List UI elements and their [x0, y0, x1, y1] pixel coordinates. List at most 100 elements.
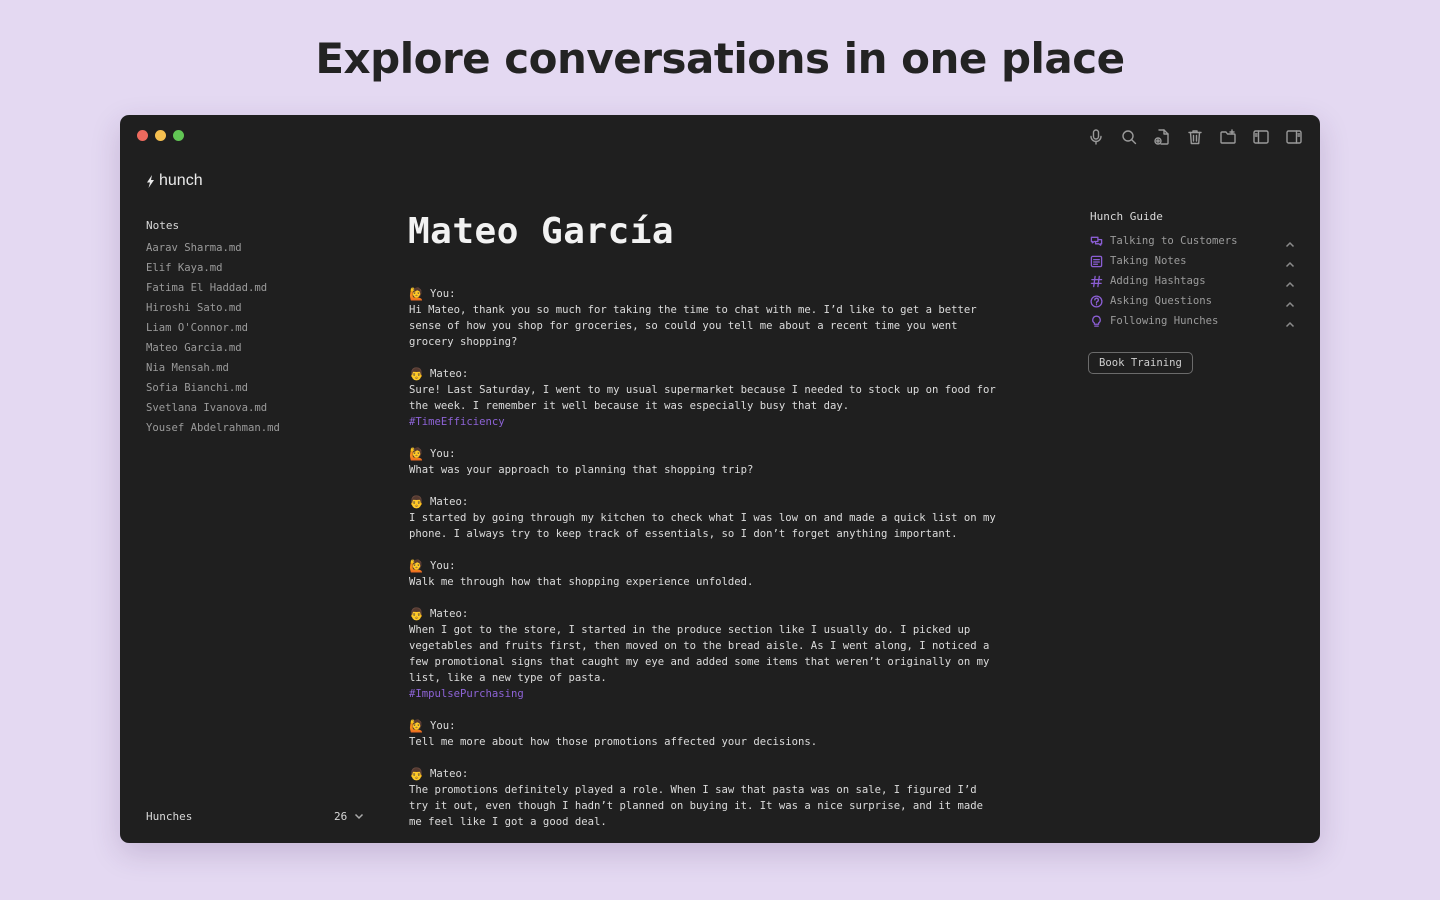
- message-text: Tell me more about how those promotions …: [409, 736, 818, 748]
- speaker-name: Mateo:: [430, 768, 469, 780]
- hunches-count: 26: [334, 810, 348, 823]
- notes-list: Aarav Sharma.md Elif Kaya.md Fatima El Had…: [146, 241, 280, 441]
- guide-item[interactable]: Asking Questions: [1089, 291, 1307, 311]
- app-name: hunch: [159, 172, 203, 189]
- conversation-turn: 🙋 You: Walk me through how that shopping e…: [409, 558, 1049, 590]
- message-text: Sure! Last Saturday, I went to my usual …: [409, 384, 996, 412]
- conversation-turn: 👨 Mateo: The promotions definitely played …: [409, 766, 1049, 830]
- conversation-turn: 👨 Mateo: Sure! Last Saturday, I went to my…: [409, 366, 1049, 430]
- right-sidebar-icon[interactable]: [1282, 126, 1306, 148]
- notes-heading: Notes: [146, 219, 180, 232]
- speaker-name: Mateo:: [430, 608, 469, 620]
- left-sidebar-icon[interactable]: [1249, 126, 1273, 148]
- hashtag-link[interactable]: #ImpulsePurchasing: [409, 686, 1049, 702]
- chat-bubbles-icon: [1089, 234, 1103, 248]
- speaker-line: 👨 Mateo:: [409, 606, 1049, 622]
- chevron-down-icon[interactable]: [354, 811, 366, 823]
- sidebar-note-item[interactable]: Sofia Bianchi.md: [146, 381, 280, 401]
- speaker-name: Mateo:: [430, 496, 469, 508]
- chevron-up-icon[interactable]: [1285, 295, 1297, 308]
- speaker-avatar-icon: 👨: [409, 367, 424, 381]
- speaker-avatar-icon: 👨: [409, 607, 424, 621]
- sidebar-note-item[interactable]: Fatima El Haddad.md: [146, 281, 280, 301]
- sidebar-note-item[interactable]: Yousef Abdelrahman.md: [146, 421, 280, 441]
- sidebar-note-item[interactable]: Svetlana Ivanova.md: [146, 401, 280, 421]
- speaker-line: 👨 Mateo:: [409, 766, 1049, 782]
- hashtag-link[interactable]: #TimeEfficiency: [409, 414, 1049, 430]
- chevron-up-icon[interactable]: [1285, 315, 1297, 328]
- speaker-avatar-icon: 🙋: [409, 719, 424, 733]
- question-icon: [1089, 294, 1103, 308]
- trash-icon[interactable]: [1183, 126, 1207, 148]
- minimize-window-button[interactable]: [155, 130, 166, 141]
- guide-item-label: Adding Hashtags: [1110, 275, 1206, 287]
- search-icon[interactable]: [1117, 126, 1141, 148]
- chevron-up-icon[interactable]: [1285, 275, 1297, 288]
- speaker-name: You:: [430, 288, 456, 300]
- message-text: Hi Mateo, thank you so much for taking t…: [409, 304, 977, 348]
- message-text: Walk me through how that shopping experi…: [409, 576, 754, 588]
- sidebar-note-item[interactable]: Aarav Sharma.md: [146, 241, 280, 261]
- conversation-transcript: 🙋 You: Hi Mateo, thank you so much for tak…: [409, 286, 1049, 843]
- speaker-line: 🙋 You:: [409, 718, 1049, 734]
- bolt-icon: [147, 174, 154, 188]
- speaker-avatar-icon: 🙋: [409, 559, 424, 573]
- sidebar-note-item[interactable]: Nia Mensah.md: [146, 361, 280, 381]
- speaker-line: 🙋 You:: [409, 446, 1049, 462]
- conversation-turn: 👨 Mateo: When I got to the store, I starte…: [409, 606, 1049, 702]
- guide-heading: Hunch Guide: [1090, 210, 1163, 223]
- new-file-icon[interactable]: [1150, 126, 1174, 148]
- conversation-turn: 🙋 You: Tell me more about how those promot…: [409, 718, 1049, 750]
- conversation-turn: 👨 Mateo: I started by going through my kit…: [409, 494, 1049, 542]
- speaker-avatar-icon: 🙋: [409, 287, 424, 301]
- guide-item[interactable]: Adding Hashtags: [1089, 271, 1307, 291]
- guide-item-label: Taking Notes: [1110, 255, 1187, 267]
- sidebar-note-item[interactable]: Mateo Garcia.md: [146, 341, 280, 361]
- conversation-turn: 🙋 You: Hi Mateo, thank you so much for tak…: [409, 286, 1049, 350]
- speaker-name: Mateo:: [430, 368, 469, 380]
- message-text: The promotions definitely played a role.…: [409, 784, 984, 828]
- app-logo: hunch: [146, 172, 203, 190]
- hunches-section[interactable]: Hunches 26: [146, 810, 366, 823]
- message-text: I started by going through my kitchen to…: [409, 512, 996, 540]
- message-text: When I got to the store, I started in th…: [409, 624, 990, 684]
- guide-list: Talking to Customers Taking Notes Adding H…: [1089, 231, 1307, 331]
- new-folder-icon[interactable]: [1216, 126, 1240, 148]
- speaker-avatar-icon: 🙋: [409, 447, 424, 461]
- guide-item-label: Asking Questions: [1110, 295, 1213, 307]
- app-window: hunch Notes Aarav Sharma.md Elif Kaya.md F…: [120, 115, 1320, 843]
- guide-item-label: Following Hunches: [1110, 315, 1219, 327]
- speaker-name: You:: [430, 560, 456, 572]
- chevron-up-icon[interactable]: [1285, 255, 1297, 268]
- toolbar: [1084, 126, 1306, 148]
- speaker-name: You:: [430, 448, 456, 460]
- chevron-up-icon[interactable]: [1285, 235, 1297, 248]
- guide-item[interactable]: Following Hunches: [1089, 311, 1307, 331]
- guide-item[interactable]: Talking to Customers: [1089, 231, 1307, 251]
- sidebar-note-item[interactable]: Hiroshi Sato.md: [146, 301, 280, 321]
- microphone-icon[interactable]: [1084, 126, 1108, 148]
- guide-item-label: Talking to Customers: [1110, 235, 1238, 247]
- hunches-label: Hunches: [146, 810, 193, 823]
- window-controls: [137, 130, 184, 141]
- speaker-line: 🙋 You:: [409, 558, 1049, 574]
- sidebar-note-item[interactable]: Liam O'Connor.md: [146, 321, 280, 341]
- conversation-turn: 🙋 You: What was your approach to planning …: [409, 446, 1049, 478]
- speaker-line: 👨 Mateo:: [409, 366, 1049, 382]
- close-window-button[interactable]: [137, 130, 148, 141]
- lightbulb-icon: [1089, 314, 1103, 328]
- guide-item[interactable]: Taking Notes: [1089, 251, 1307, 271]
- notes-icon: [1089, 254, 1103, 268]
- speaker-line: 👨 Mateo:: [409, 494, 1049, 510]
- page-headline: Explore conversations in one place: [315, 34, 1125, 83]
- message-text: What was your approach to planning that …: [409, 464, 754, 476]
- document-title: Mateo García: [408, 211, 675, 252]
- hashtag-icon: [1089, 274, 1103, 288]
- sidebar-note-item[interactable]: Elif Kaya.md: [146, 261, 280, 281]
- speaker-avatar-icon: 👨: [409, 767, 424, 781]
- speaker-line: 🙋 You:: [409, 286, 1049, 302]
- maximize-window-button[interactable]: [173, 130, 184, 141]
- speaker-name: You:: [430, 720, 456, 732]
- book-training-button[interactable]: Book Training: [1088, 352, 1193, 374]
- speaker-avatar-icon: 👨: [409, 495, 424, 509]
